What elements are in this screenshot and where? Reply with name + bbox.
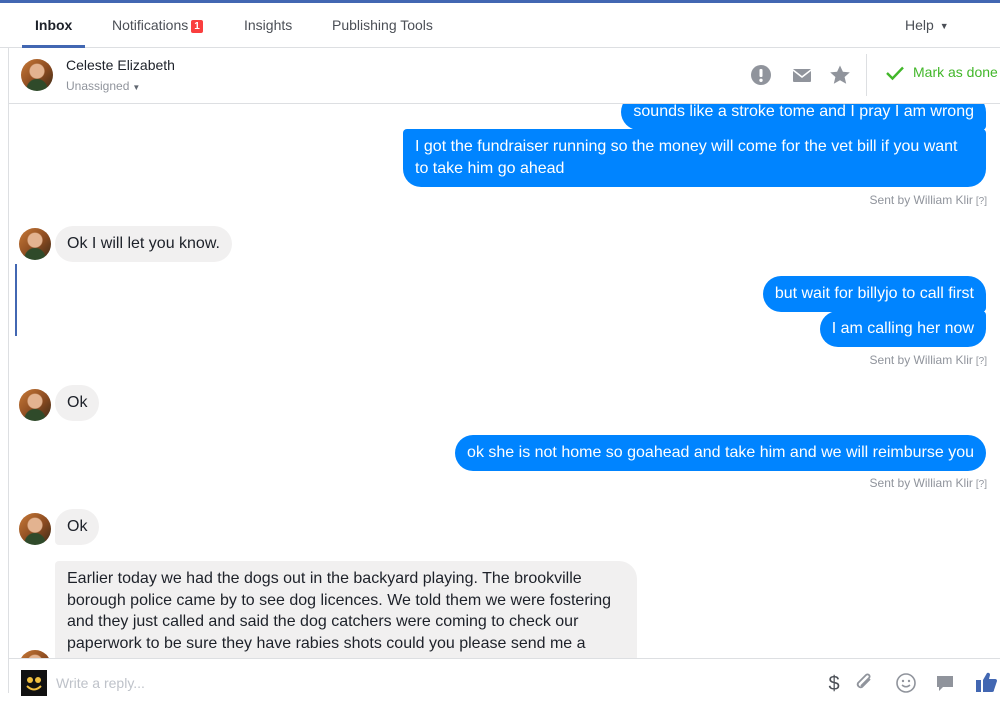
star-icon[interactable]: [829, 64, 851, 86]
tab-publishing-tools-label: Publishing Tools: [332, 17, 433, 33]
reply-composer: $: [8, 658, 1000, 696]
message-text-line: I got the fundraiser running so the mone…: [415, 138, 958, 155]
header-divider: [866, 54, 867, 96]
message-outgoing: ok she is not home so goahead and take h…: [455, 435, 986, 471]
thread-scroll-marker: [15, 264, 17, 336]
saved-replies-icon[interactable]: [934, 673, 956, 698]
message-text-line: paperwork to be sure they have rabies sh…: [67, 634, 586, 652]
message-thread[interactable]: sounds like a stroke tome and I pray I a…: [8, 104, 1000, 658]
assignee-label: Unassigned: [66, 79, 130, 93]
message-text: ok she is not home so goahead and take h…: [467, 444, 974, 461]
message-text-line: borough police came by to see dog licenc…: [67, 591, 611, 609]
dollar-icon[interactable]: $: [825, 673, 843, 698]
tab-insights[interactable]: Insights: [244, 3, 292, 47]
sent-by-help-link[interactable]: [?]: [976, 356, 987, 367]
help-label: Help: [905, 17, 934, 33]
message-text: I am calling her now: [831, 320, 974, 337]
sent-by-label: Sent by William Klir [?]: [870, 353, 987, 367]
sent-by-label: Sent by William Klir [?]: [870, 193, 987, 207]
page-tabs: Inbox Notifications 1 Insights Publishing…: [0, 3, 1000, 48]
message-text-line: to take him go ahead: [415, 160, 565, 177]
message-text-line: and they just called and said the dog ca…: [67, 613, 579, 630]
message-incoming: Earlier today we had the dogs out in the…: [55, 561, 637, 658]
assignee-dropdown[interactable]: Unassigned ▼: [66, 79, 140, 93]
message-outgoing: I am calling her now: [819, 311, 986, 347]
sent-by-help-link[interactable]: [?]: [976, 196, 987, 207]
checkmark-icon: [886, 66, 904, 81]
conversation-header: Celeste Elizabeth Unassigned ▼ Mark as do…: [8, 48, 1000, 104]
attachment-icon[interactable]: [854, 673, 876, 698]
message-outgoing: sounds like a stroke tome and I pray I a…: [621, 104, 986, 130]
tab-inbox[interactable]: Inbox: [21, 3, 86, 48]
sent-by-label: Sent by William Klir [?]: [870, 476, 987, 490]
contact-name[interactable]: Celeste Elizabeth: [66, 57, 175, 73]
message-incoming: Ok: [55, 509, 100, 545]
emoji-icon[interactable]: [895, 673, 917, 698]
reply-input[interactable]: [56, 675, 656, 691]
message-text: Ok I will let you know.: [67, 235, 220, 252]
spam-alert-icon[interactable]: [750, 64, 772, 86]
message-text: Ok: [67, 518, 88, 535]
mark-as-done-button[interactable]: Mark as done: [885, 64, 998, 81]
sent-by-help-link[interactable]: [?]: [976, 479, 987, 490]
message-text: but wait for billyjo to call first: [774, 285, 974, 302]
message-incoming: Ok: [55, 385, 100, 421]
tab-inbox-label: Inbox: [35, 17, 73, 33]
contact-avatar: [19, 389, 51, 421]
sent-by-text: Sent by William Klir: [869, 353, 973, 367]
contact-avatar: [19, 513, 51, 545]
help-menu[interactable]: Help ▼: [905, 3, 949, 47]
svg-text:$: $: [828, 673, 839, 693]
message-outgoing: but wait for billyjo to call first: [762, 276, 986, 312]
message-text-line: Earlier today we had the dogs out in the…: [67, 570, 582, 587]
mark-unread-envelope-icon[interactable]: [791, 64, 813, 86]
message-text: sounds like a stroke tome and I pray I a…: [633, 104, 974, 120]
contact-avatar: [19, 228, 51, 260]
page-avatar: [21, 670, 47, 696]
caret-down-icon: ▼: [939, 21, 949, 31]
message-incoming: Ok I will let you know.: [55, 226, 232, 262]
message-outgoing: I got the fundraiser running so the mone…: [403, 129, 986, 187]
caret-down-icon: ▼: [132, 83, 141, 92]
tab-publishing-tools[interactable]: Publishing Tools: [332, 3, 433, 47]
contact-avatar: [19, 650, 51, 658]
message-text: Ok: [67, 394, 88, 411]
like-icon[interactable]: [974, 670, 998, 699]
tab-notifications-label: Notifications: [112, 17, 189, 33]
notifications-count-badge: 1: [191, 20, 203, 33]
contact-avatar[interactable]: [21, 59, 53, 91]
mark-as-done-label: Mark as done: [913, 64, 998, 80]
sent-by-text: Sent by William Klir: [869, 193, 973, 207]
tab-notifications[interactable]: Notifications 1: [112, 3, 203, 47]
sent-by-text: Sent by William Klir: [869, 476, 973, 490]
tab-insights-label: Insights: [244, 17, 293, 33]
